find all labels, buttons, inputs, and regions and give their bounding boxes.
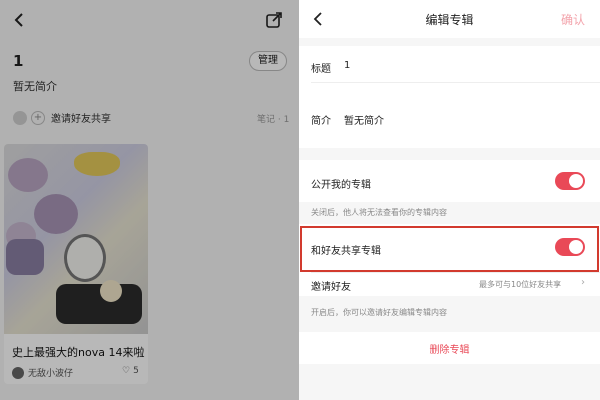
edit-collection-panel: 编辑专辑 确认 标题 1 简介 暂无简介 公开我的专辑 关闭后，他人将无法查看你… <box>299 0 600 400</box>
basic-info-section: 标题 1 简介 暂无简介 <box>299 46 600 148</box>
intro-label: 简介 <box>311 116 331 127</box>
invite-friends-label[interactable]: 邀请好友 <box>311 278 351 293</box>
public-label: 公开我的专辑 <box>311 180 371 191</box>
intro-input[interactable]: 暂无简介 <box>344 112 384 127</box>
confirm-button[interactable]: 确认 <box>561 11 585 28</box>
toggle-knob <box>569 240 583 254</box>
delete-collection-button[interactable]: 删除专辑 <box>299 341 600 356</box>
delete-section: 删除专辑 <box>299 332 600 364</box>
share-section: 和好友共享专辑 邀请好友 最多可与10位好友共享 › <box>299 224 600 296</box>
share-toggle[interactable] <box>555 238 585 256</box>
public-toggle[interactable] <box>555 172 585 190</box>
dim-overlay <box>0 0 299 400</box>
divider <box>311 272 600 273</box>
public-section: 公开我的专辑 <box>299 160 600 202</box>
public-hint: 关闭后，他人将无法查看你的专辑内容 <box>311 208 447 217</box>
chevron-right-icon[interactable]: › <box>581 277 585 288</box>
edit-header: 编辑专辑 确认 <box>299 0 600 38</box>
page-title: 编辑专辑 <box>425 13 474 27</box>
divider <box>311 82 600 83</box>
toggle-knob <box>569 174 583 188</box>
share-hint: 开启后，你可以邀请好友编辑专辑内容 <box>311 308 447 317</box>
title-input[interactable]: 1 <box>344 60 350 71</box>
title-label: 标题 <box>311 64 331 75</box>
collection-view: 1 管理 暂无简介 + 邀请好友共享 笔记 · 1 史上最强大的nova 14来… <box>0 0 299 400</box>
share-label: 和好友共享专辑 <box>311 246 381 257</box>
invite-limit-text[interactable]: 最多可与10位好友共享 <box>479 279 561 290</box>
